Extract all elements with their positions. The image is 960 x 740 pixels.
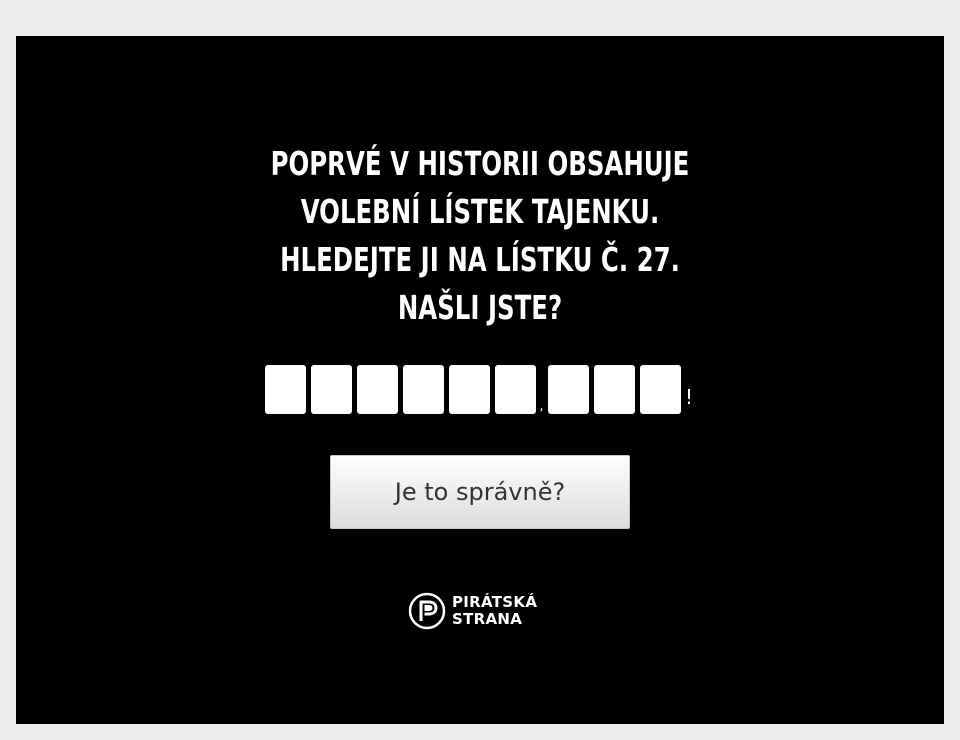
letter-cell-5[interactable] [449,365,490,414]
letter-cell-3[interactable] [357,365,398,414]
pirate-party-logo[interactable]: PIRÁTSKÁ STRANA [408,591,537,631]
logo-line-1: PIRÁTSKÁ [452,593,538,611]
puzzle-headline: POPRVÉ V HISTORII OBSAHUJE VOLEBNÍ LÍSTE… [125,140,835,332]
comma-separator: , [539,399,544,414]
answer-cells: , ! [265,365,693,414]
headline-line-2: VOLEBNÍ LÍSTEK TAJENKU. [300,192,660,231]
headline-line-1: POPRVÉ V HISTORII OBSAHUJE [270,144,690,183]
exclamation-mark: ! [685,385,694,409]
letter-cell-6[interactable] [495,365,536,414]
headline-line-4: NAŠLI JSTE? [397,288,563,327]
letter-cell-7[interactable] [548,365,589,414]
logo-line-2: STRANA [452,610,523,628]
letter-cell-9[interactable] [640,365,681,414]
pirate-flag-icon [408,592,446,630]
logo-text: PIRÁTSKÁ STRANA [452,594,537,628]
letter-cell-1[interactable] [265,365,306,414]
check-answer-button[interactable]: Je to správně? [330,455,630,529]
letter-cell-8[interactable] [594,365,635,414]
letter-cell-4[interactable] [403,365,444,414]
headline-line-3: HLEDEJTE JI NA LÍSTKU Č. 27. [280,240,680,279]
letter-cell-2[interactable] [311,365,352,414]
